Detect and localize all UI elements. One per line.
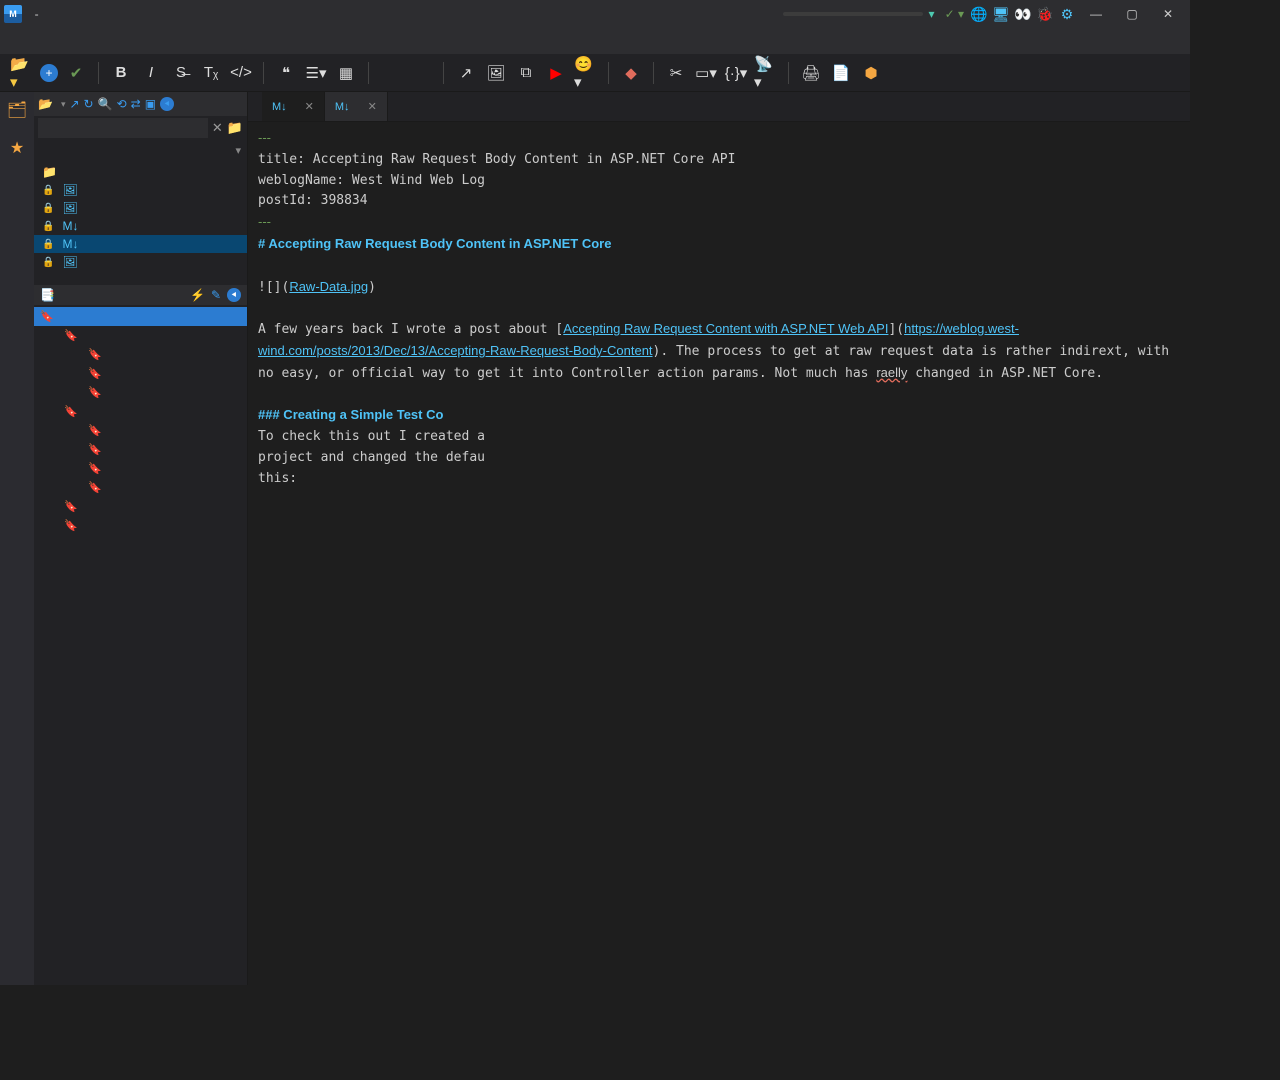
file-list: 📁 🔒🖼 🔒🖼 🔒M↓ 🔒M↓ 🔒🖼	[34, 161, 247, 273]
tab-active[interactable]: M↓✕	[262, 92, 325, 121]
outline-item[interactable]: 🔖	[34, 440, 247, 459]
file-item[interactable]: 📁	[34, 163, 247, 181]
tab-inactive[interactable]: M↓✕	[325, 92, 388, 121]
file-item[interactable]: 🔒M↓	[34, 235, 247, 253]
outline-item[interactable]: 🔖	[34, 516, 247, 535]
outline-item[interactable]: 🔖	[34, 326, 247, 345]
titlebar: M - ▾ ✓ ▾ 🌐 🖥 👀 🐞 ⚙ — ▢ ✕	[0, 0, 1190, 28]
file-item[interactable]: 🔒🖼	[34, 253, 247, 271]
minimize-button[interactable]: —	[1078, 7, 1114, 21]
strikethrough-button[interactable]: S̶	[169, 61, 193, 85]
side-panel: 📂▾ ↗ ↻ 🔍 ⟲ ⇄ ▣ ⯇ ✕ 📁 ▾ 📁 🔒🖼 🔒🖼 🔒M↓ 🔒M↓ 🔒…	[34, 92, 248, 985]
window-icon[interactable]: ▭▾	[694, 61, 718, 85]
maximize-button[interactable]: ▢	[1114, 7, 1150, 21]
markdown-editor[interactable]: --- title: Accepting Raw Request Body Co…	[248, 122, 1190, 985]
search-icon[interactable]: 🔍	[98, 97, 113, 111]
outline-item[interactable]: 🔖	[34, 421, 247, 440]
new-doc-button[interactable]: +	[40, 64, 58, 82]
html5-icon[interactable]: ⬢	[859, 61, 883, 85]
doc-filename: -	[28, 7, 45, 21]
youtube-icon[interactable]: ▶	[544, 61, 568, 85]
outline-refresh-icon[interactable]: ⚡	[190, 288, 205, 302]
close-button[interactable]: ✕	[1150, 7, 1186, 21]
outline-item[interactable]: 🔖	[34, 478, 247, 497]
sync-icon[interactable]: ⟲	[117, 97, 127, 111]
outline-item[interactable]: 🔖	[34, 497, 247, 516]
outline-item[interactable]: 🔖	[34, 345, 247, 364]
editor-area: M↓✕ M↓✕ --- title: Accepting Raw Request…	[248, 92, 1190, 985]
refresh-icon[interactable]: ↻	[84, 97, 94, 111]
quote-button[interactable]: ❝	[274, 61, 298, 85]
outline-item[interactable]: 🔖	[34, 364, 247, 383]
code-block-button[interactable]: </>	[229, 61, 253, 85]
outline-edit-icon[interactable]: ✎	[211, 288, 221, 302]
file-item[interactable]: 🔒M↓	[34, 217, 247, 235]
tab-close-icon[interactable]: ✕	[305, 100, 314, 113]
outline-item[interactable]: 🔖	[34, 383, 247, 402]
command-search[interactable]	[783, 12, 923, 16]
outline-item[interactable]: 🔖	[34, 402, 247, 421]
gear-icon[interactable]: ⚙	[1057, 6, 1077, 23]
tab-close-icon[interactable]: ✕	[368, 100, 377, 113]
current-path[interactable]: ▾	[34, 140, 247, 161]
star-icon[interactable]: ★	[10, 138, 24, 158]
italic-button[interactable]: I	[139, 61, 163, 85]
print-icon[interactable]: 🖨	[799, 61, 823, 85]
back-icon[interactable]: ⯇	[160, 97, 174, 111]
nav-icon[interactable]: ↗	[69, 97, 79, 111]
outline-back-icon[interactable]: ⯇	[227, 288, 241, 302]
outline-item[interactable]: 🔖	[34, 459, 247, 478]
globe-icon[interactable]: 🌐	[969, 6, 989, 23]
bug-icon[interactable]: 🐞	[1035, 6, 1055, 23]
outline-item[interactable]: 🔖	[34, 307, 247, 326]
clear-search-icon[interactable]: ✕	[208, 120, 227, 136]
monitor-icon[interactable]: 🖥	[991, 6, 1011, 23]
binoculars-icon[interactable]: 👀	[1013, 6, 1033, 23]
editor-tabs: M↓✕ M↓✕	[248, 92, 1190, 122]
rss-icon[interactable]: 📡▾	[754, 61, 778, 85]
app-logo: M	[4, 5, 22, 23]
activity-bar: 🗂 ★	[0, 92, 34, 985]
image-button[interactable]: 🖼	[484, 61, 508, 85]
language-selector[interactable]: ✓ ▾	[945, 7, 964, 21]
file-explorer-header: 📂▾ ↗ ↻ 🔍 ⟲ ⇄ ▣ ⯇	[34, 92, 247, 116]
link-button[interactable]: ↗	[454, 61, 478, 85]
bold-button[interactable]: B	[109, 61, 133, 85]
outline-header: 📑 ⚡ ✎ ⯇	[34, 285, 247, 305]
embed-button[interactable]: ⧉	[514, 61, 538, 85]
outline-list: 🔖 🔖 🔖 🔖 🔖 🔖 🔖 🔖 🔖 🔖 🔖 🔖	[34, 305, 247, 985]
snippet-icon[interactable]: ✂	[664, 61, 688, 85]
file-item[interactable]: 🔒🖼	[34, 181, 247, 199]
table-button[interactable]: ▦	[334, 61, 358, 85]
folder-tree-icon[interactable]: 🗂	[7, 100, 27, 120]
braces-icon[interactable]: {·}▾	[724, 61, 748, 85]
link-sync-icon[interactable]: ⇄	[131, 97, 141, 111]
toolbar: 📂▾ + ✔ B I S̶ Tᵪ </> ❝ ☰▾ ▦ ↗ 🖼 ⧉ ▶ 😊▾ ◆…	[0, 54, 1190, 92]
menubar	[0, 28, 1190, 54]
open-folder-icon[interactable]: 📂▾	[10, 61, 34, 85]
code-span-button[interactable]: Tᵪ	[199, 61, 223, 85]
file-item[interactable]: 🔒🖼	[34, 199, 247, 217]
pdf-icon[interactable]: 📄	[829, 61, 853, 85]
folder-icon[interactable]: 📁	[227, 120, 243, 136]
file-search-input[interactable]	[38, 118, 208, 138]
theme-selector[interactable]: ▾	[929, 7, 935, 21]
list-button[interactable]: ☰▾	[304, 61, 328, 85]
cmd-icon[interactable]: ▣	[145, 97, 156, 111]
check-icon[interactable]: ✔	[64, 61, 88, 85]
git-icon[interactable]: ◆	[619, 61, 643, 85]
emoji-button[interactable]: 😊▾	[574, 61, 598, 85]
